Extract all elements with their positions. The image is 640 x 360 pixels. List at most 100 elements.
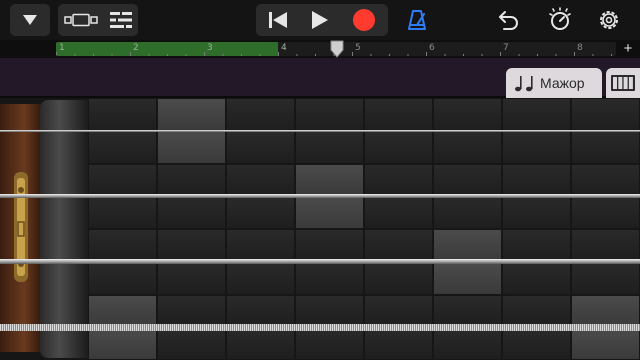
- note-cell[interactable]: [503, 131, 570, 163]
- play-button[interactable]: [311, 10, 329, 30]
- note-cell[interactable]: [227, 164, 294, 196]
- note-cell-active[interactable]: [158, 99, 225, 130]
- note-cell-active[interactable]: [296, 197, 363, 228]
- tuning-peg-decoration: [14, 172, 28, 282]
- master-volume-button[interactable]: [544, 4, 576, 36]
- note-cell[interactable]: [158, 197, 225, 228]
- note-cell[interactable]: [89, 99, 156, 130]
- note-cell[interactable]: [365, 197, 432, 228]
- note-cell[interactable]: [503, 262, 570, 294]
- string-3[interactable]: [0, 259, 640, 265]
- note-grid: [88, 98, 640, 360]
- note-cell[interactable]: [296, 262, 363, 294]
- metronome-button[interactable]: [402, 4, 432, 36]
- control-bar: [0, 0, 640, 40]
- mixer-button[interactable]: [110, 12, 132, 28]
- nut: [40, 100, 88, 358]
- note-cell-active[interactable]: [434, 262, 501, 294]
- ruler-bar-number: 5: [355, 43, 361, 53]
- note-cell-active[interactable]: [89, 328, 156, 359]
- note-cell[interactable]: [365, 131, 432, 163]
- note-cell[interactable]: [572, 230, 639, 261]
- ruler-bar-number: 2: [133, 43, 139, 53]
- note-cell[interactable]: [503, 197, 570, 228]
- note-cell[interactable]: [296, 328, 363, 359]
- note-cell[interactable]: [434, 164, 501, 196]
- view-controls: [58, 4, 138, 36]
- note-cell[interactable]: [158, 164, 225, 196]
- playhead-handle[interactable]: [330, 40, 344, 58]
- ruler-bar-number: 6: [429, 43, 435, 53]
- note-cell[interactable]: [296, 295, 363, 327]
- keyboard-toggle-button[interactable]: [606, 68, 640, 98]
- note-cell-active[interactable]: [572, 328, 639, 359]
- note-cell[interactable]: [89, 197, 156, 228]
- note-cell-active[interactable]: [572, 295, 639, 327]
- note-cell-active[interactable]: [434, 230, 501, 261]
- note-cell[interactable]: [365, 295, 432, 327]
- add-section-button[interactable]: +: [620, 40, 636, 58]
- note-cell[interactable]: [572, 197, 639, 228]
- note-cell[interactable]: [365, 99, 432, 130]
- note-cell[interactable]: [227, 295, 294, 327]
- note-cell[interactable]: [89, 262, 156, 294]
- note-cell[interactable]: [158, 328, 225, 359]
- settings-gear-icon: [600, 11, 618, 29]
- note-cell[interactable]: [227, 328, 294, 359]
- note-cell[interactable]: [296, 99, 363, 130]
- metronome-icon: [408, 10, 426, 30]
- note-cell[interactable]: [158, 230, 225, 261]
- ruler-bar-number: 8: [577, 43, 583, 53]
- tracks-view-button[interactable]: [64, 13, 98, 27]
- note-cell[interactable]: [227, 230, 294, 261]
- note-cell[interactable]: [227, 262, 294, 294]
- note-cell[interactable]: [572, 131, 639, 163]
- note-cell[interactable]: [434, 131, 501, 163]
- settings-button[interactable]: [594, 4, 624, 36]
- go-to-start-button[interactable]: [268, 11, 288, 29]
- string-4[interactable]: [0, 323, 640, 331]
- note-cell[interactable]: [158, 262, 225, 294]
- note-cell-active[interactable]: [296, 164, 363, 196]
- mixer-icon: [110, 12, 132, 28]
- note-cell[interactable]: [227, 131, 294, 163]
- note-cell-active[interactable]: [89, 295, 156, 327]
- note-cell[interactable]: [365, 328, 432, 359]
- note-cell[interactable]: [572, 164, 639, 196]
- note-cell[interactable]: [89, 230, 156, 261]
- note-cell[interactable]: [296, 131, 363, 163]
- timeline-ruler[interactable]: 1 2 3 4 5 6 7 8: [0, 40, 640, 58]
- note-cell[interactable]: [227, 99, 294, 130]
- note-cell[interactable]: [503, 295, 570, 327]
- note-cell[interactable]: [89, 164, 156, 196]
- note-cell[interactable]: [434, 99, 501, 130]
- tracks-view-icon: [64, 13, 98, 27]
- note-cell[interactable]: [572, 262, 639, 294]
- string-2[interactable]: [0, 194, 640, 199]
- note-cell[interactable]: [158, 295, 225, 327]
- menu-button[interactable]: [10, 4, 50, 36]
- note-cell[interactable]: [503, 164, 570, 196]
- note-cell[interactable]: [365, 262, 432, 294]
- music-notes-icon: [515, 76, 533, 92]
- play-icon: [311, 11, 328, 29]
- note-cell[interactable]: [572, 99, 639, 130]
- keyboard-icon: [611, 75, 635, 91]
- scale-button[interactable]: Мажор: [506, 68, 602, 98]
- note-cell[interactable]: [227, 197, 294, 228]
- note-cell[interactable]: [365, 230, 432, 261]
- string-1[interactable]: [0, 129, 640, 132]
- note-cell[interactable]: [434, 295, 501, 327]
- note-cell-active[interactable]: [158, 131, 225, 163]
- undo-button[interactable]: [494, 4, 524, 36]
- note-cell[interactable]: [503, 328, 570, 359]
- note-cell[interactable]: [296, 230, 363, 261]
- note-cell[interactable]: [503, 99, 570, 130]
- ruler-bar-number: 1: [59, 43, 65, 53]
- note-cell[interactable]: [434, 328, 501, 359]
- record-button[interactable]: [352, 8, 376, 32]
- note-cell[interactable]: [503, 230, 570, 261]
- note-cell[interactable]: [365, 164, 432, 196]
- note-cell[interactable]: [89, 131, 156, 163]
- note-cell[interactable]: [434, 197, 501, 228]
